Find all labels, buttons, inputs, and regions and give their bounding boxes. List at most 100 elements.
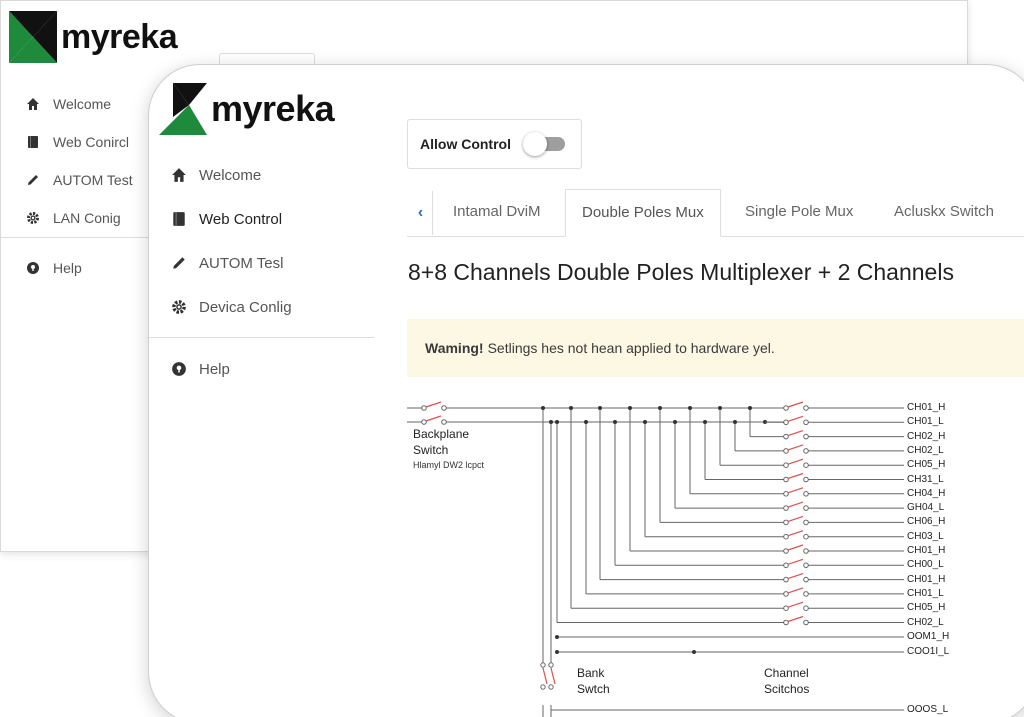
channel-label: CH01_H xyxy=(907,402,946,413)
bus-junction-dot-14 xyxy=(569,406,573,410)
backplane-switch-label: Backplane xyxy=(413,427,470,441)
channel-switch-4-terminal-b xyxy=(803,462,809,469)
channel-label: CH02_L xyxy=(907,616,944,628)
bank-switch-label: Bank xyxy=(577,666,605,680)
bank-terminal-3 xyxy=(548,684,554,690)
bus-junction-dot-8 xyxy=(658,406,662,410)
bus-junction-dot-12 xyxy=(598,406,602,410)
sidebar-item-web-control[interactable]: Web Conircl xyxy=(1,123,151,161)
channel-switch-9-terminal-b xyxy=(803,533,809,540)
channel-switch-11-terminal-a xyxy=(783,562,789,569)
bus-junction-dot-13 xyxy=(584,420,588,424)
channel-switch-5-terminal-a xyxy=(783,476,789,483)
bus-junction-dot-10 xyxy=(628,406,632,410)
com-junction-dot-mid xyxy=(692,650,696,654)
channel-switch-10-terminal-b xyxy=(803,548,809,554)
bank-junction-h xyxy=(541,406,545,410)
channel-switch-8-terminal-b xyxy=(803,519,809,526)
mux-circuit-diagram xyxy=(407,401,904,717)
bank-blade-l xyxy=(550,667,556,685)
bus-junction-dot-5 xyxy=(703,420,707,424)
bus-junction-dot-2 xyxy=(748,406,752,410)
channel-label: CH31_L xyxy=(907,473,944,485)
channel-switch-1-terminal-a xyxy=(783,419,789,426)
bottom-label: OOOS_L xyxy=(907,704,949,715)
bank-terminal-2 xyxy=(548,662,554,668)
backplane-switch-l-terminal-a xyxy=(421,419,427,425)
channel-switch-15-blade xyxy=(787,615,804,623)
sidebar-item-label: Web Conircl xyxy=(53,134,129,150)
bus-junction-dot-9 xyxy=(643,420,647,424)
sidebar-item-autom-test[interactable]: AUTOM Test xyxy=(1,161,151,199)
channel-label: CH05_H xyxy=(907,602,946,614)
sidebar-item-welcome[interactable]: Welcome xyxy=(1,85,151,123)
sidebar-item-label: Help xyxy=(53,260,82,276)
backplane-switch-l-blade xyxy=(425,415,442,422)
sidebar-item-label: LAN Conig xyxy=(53,210,121,226)
sidebar-item-lan-config[interactable]: LAN Conig xyxy=(1,199,151,237)
bus-junction-dot-6 xyxy=(688,406,692,410)
bank-blade-h xyxy=(542,667,548,685)
channel-switch-8-terminal-a xyxy=(783,519,789,526)
channel-switch-4-terminal-a xyxy=(783,462,789,469)
front-window: myreka Welcome Web Control AUTOM Tesl De… xyxy=(148,64,1024,717)
channel-switch-1-terminal-b xyxy=(803,419,809,426)
backplane-switch-h-blade xyxy=(425,401,442,408)
channel-switch-11-blade xyxy=(787,558,804,565)
channel-label: CH02_H xyxy=(907,430,946,442)
channel-switch-5-terminal-b xyxy=(803,476,809,483)
pencil-icon xyxy=(23,173,43,187)
gear-icon xyxy=(23,211,43,225)
channel-switch-14-terminal-a xyxy=(783,605,789,612)
channel-switch-0-terminal-a xyxy=(783,405,789,411)
channel-switches-label-2: Scitchos xyxy=(764,682,810,696)
channel-switch-9-blade xyxy=(787,530,804,537)
channel-switch-2-terminal-a xyxy=(783,433,789,440)
bank-junction-l xyxy=(549,420,553,424)
backplane-switch-h-terminal-b xyxy=(441,405,447,411)
sidebar-item-label: Welcome xyxy=(53,96,112,112)
channel-switch-7-blade xyxy=(787,501,804,508)
bus-junction-dot-4 xyxy=(718,406,722,410)
channel-switch-10-terminal-a xyxy=(783,548,789,554)
channel-label: CH01_L xyxy=(907,416,944,428)
channel-switch-7-terminal-a xyxy=(783,505,789,511)
channel-switch-3-terminal-b xyxy=(803,448,809,454)
channel-switch-2-terminal-b xyxy=(803,433,809,440)
channel-label: CH01_L xyxy=(907,587,944,599)
sidebar-item-help[interactable]: Help xyxy=(1,249,151,287)
channel-label: GH04_L xyxy=(907,502,945,514)
channel-switch-5-blade xyxy=(787,472,804,480)
channel-label: CH01_H xyxy=(907,573,946,585)
book-icon xyxy=(23,135,43,149)
channel-switch-8-blade xyxy=(787,515,804,522)
channel-label: CH05_H xyxy=(907,459,946,471)
channel-switch-13-terminal-a xyxy=(783,591,789,597)
channel-switch-14-terminal-b xyxy=(803,605,809,612)
home-icon xyxy=(23,97,43,111)
sidebar-divider xyxy=(1,237,151,238)
bank-terminal-0 xyxy=(540,662,546,668)
brand-logo[interactable]: myreka xyxy=(9,9,178,65)
channel-switch-3-terminal-a xyxy=(783,448,789,454)
channel-label: CH02_L xyxy=(907,444,944,456)
channel-label: CH06_H xyxy=(907,516,946,528)
channel-switch-3-blade xyxy=(787,444,804,451)
channel-switches-label: Channel xyxy=(764,666,809,680)
brand-name: myreka xyxy=(61,17,178,56)
logo-mark-icon xyxy=(9,11,57,63)
channel-switch-10-blade xyxy=(787,544,804,551)
channel-switch-11-terminal-b xyxy=(803,562,809,569)
bus-junction-dot-3 xyxy=(733,420,737,424)
bus-junction-dot-11 xyxy=(613,420,617,424)
channel-switch-6-terminal-b xyxy=(803,491,809,497)
com-junction-dot-1 xyxy=(555,650,559,654)
channel-switch-13-terminal-b xyxy=(803,591,809,597)
bank-switch-label-2: Swtch xyxy=(577,682,610,696)
channel-switch-12-terminal-b xyxy=(803,576,809,583)
channel-switch-6-blade xyxy=(787,487,804,494)
bus-junction-dot-7 xyxy=(673,420,677,424)
channel-switch-9-terminal-a xyxy=(783,533,789,540)
backplane-switch-l-terminal-b xyxy=(441,419,447,425)
channel-switch-15-terminal-a xyxy=(783,619,789,626)
